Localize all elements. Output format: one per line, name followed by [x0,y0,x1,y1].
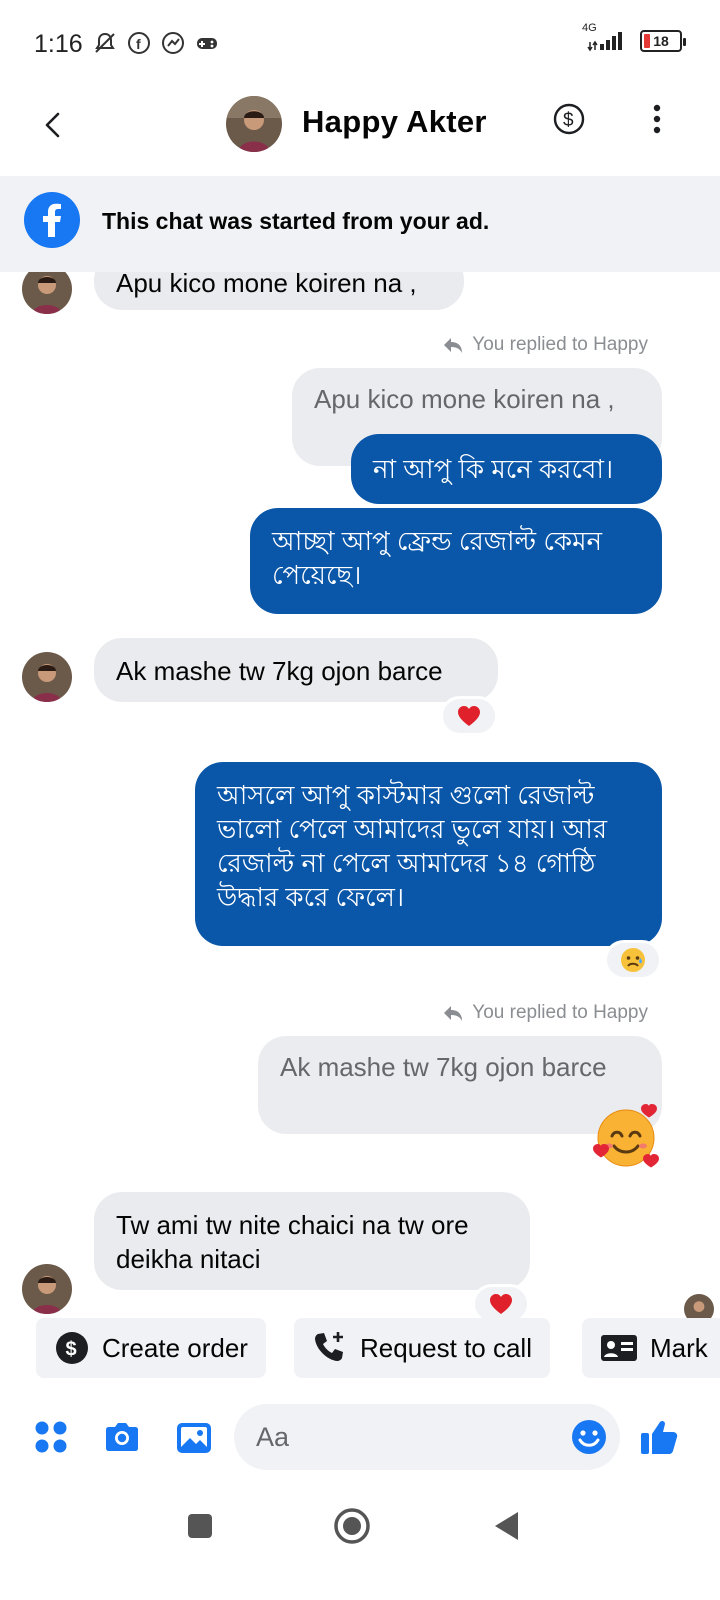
reply-indicator-text: You replied to Happy [472,1002,648,1023]
message-text: Apu kico mone koiren na , [116,272,417,298]
ad-origin-banner: This chat was started from your ad. [0,176,720,272]
quick-actions-bar: $ Create order Request to call Mark [0,1318,720,1394]
message-text: আসলে আপু কাস্টমার গুলো রেজাল্ট ভালো পেলে… [217,780,608,912]
menu-grid-icon[interactable] [32,1418,72,1458]
messenger-notification-icon [162,32,184,54]
banner-text: This chat was started from your ad. [102,208,490,234]
mute-bell-icon [95,32,115,53]
message-text: আচ্ছা আপু ফ্রেন্ড রেজাল্ট কেমন পেয়েছে। [272,526,603,590]
facebook-logo-icon [24,192,80,248]
system-navigation-bar [0,1500,720,1600]
back-triangle-icon[interactable] [492,1510,522,1542]
incoming-message[interactable]: Ak mashe tw 7kg ojon barce [94,638,498,702]
reply-indicator: You replied to Happy [442,334,648,356]
signal-icon: 4G [582,22,630,54]
contact-name[interactable]: Happy Akter [302,104,487,140]
network-type: 4G [582,22,597,34]
home-icon[interactable] [332,1506,372,1546]
contact-avatar-small[interactable] [22,1264,72,1314]
phone-plus-icon [315,1332,343,1361]
incoming-message[interactable]: Tw ami tw nite chaici na tw ore deikha n… [94,1192,530,1290]
reply-arrow-icon [444,338,463,353]
gamepad-icon [197,38,217,49]
outgoing-message[interactable]: না আপু কি মনে করবো। [351,434,662,504]
request-to-call-button[interactable]: Request to call [294,1318,550,1378]
thumbs-up-icon[interactable] [638,1416,680,1458]
chip-label: Request to call [360,1332,532,1363]
chip-label: Mark [650,1332,708,1363]
recent-apps-icon[interactable] [186,1512,214,1540]
status-bar: 1:16 f 4G 18 [0,0,720,90]
svg-text:f: f [136,36,141,52]
create-order-button[interactable]: $ Create order [36,1318,266,1378]
outgoing-message[interactable]: আচ্ছা আপু ফ্রেন্ড রেজাল্ট কেমন পেয়েছে। [250,508,662,614]
heart-icon [458,706,480,726]
smiling-face-with-hearts-icon[interactable] [592,1100,664,1172]
back-arrow-icon[interactable] [36,108,70,142]
status-system-icons: 4G 18 [582,22,686,54]
quoted-text: Ak mashe tw 7kg ojon barce [280,1052,607,1082]
reply-indicator: You replied to Happy [442,1002,648,1024]
message-composer: Aa [0,1400,720,1480]
mark-button[interactable]: Mark [582,1318,720,1378]
sad-face-icon [621,948,645,972]
emoji-smile-icon[interactable] [570,1418,608,1456]
dollar-icon: $ [56,1332,88,1364]
contact-avatar[interactable] [226,96,282,152]
battery-percent: 18 [653,33,669,49]
message-text: Ak mashe tw 7kg ojon barce [116,656,443,686]
heart-icon [490,1294,512,1314]
message-text: না আপু কি মনে করবো। [373,454,614,484]
message-text: Tw ami tw nite chaici na tw ore deikha n… [116,1210,469,1274]
outgoing-message[interactable]: আসলে আপু কাস্টমার গুলো রেজাল্ট ভালো পেলে… [195,762,662,946]
camera-icon[interactable] [102,1418,142,1458]
status-notification-icons: f [92,30,220,56]
contact-avatar-small[interactable] [22,272,72,314]
message-input-placeholder: Aa [256,1422,290,1452]
message-input[interactable]: Aa [234,1404,620,1470]
contact-avatar-small[interactable] [22,652,72,702]
svg-text:$: $ [563,110,574,131]
message-list[interactable]: Apu kico mone koiren na , You replied to… [0,272,720,1332]
svg-text:$: $ [66,1339,77,1361]
battery-level [644,34,651,48]
id-card-icon [601,1335,637,1361]
facebook-notification-icon: f [128,32,150,54]
chip-label: Create order [102,1332,248,1363]
battery-icon: 18 [640,30,686,52]
reply-indicator-text: You replied to Happy [472,334,648,355]
more-options-icon[interactable] [650,102,664,136]
reply-arrow-icon [444,1006,463,1021]
chat-header: Happy Akter $ [0,90,720,175]
gallery-image-icon[interactable] [174,1418,214,1458]
message-reaction[interactable] [604,940,662,980]
message-reaction[interactable] [440,696,498,736]
payment-dollar-icon[interactable]: $ [552,102,586,136]
quoted-text: Apu kico mone koiren na , [314,384,615,414]
incoming-message[interactable]: Apu kico mone koiren na , [94,272,464,310]
status-time: 1:16 [34,30,83,58]
